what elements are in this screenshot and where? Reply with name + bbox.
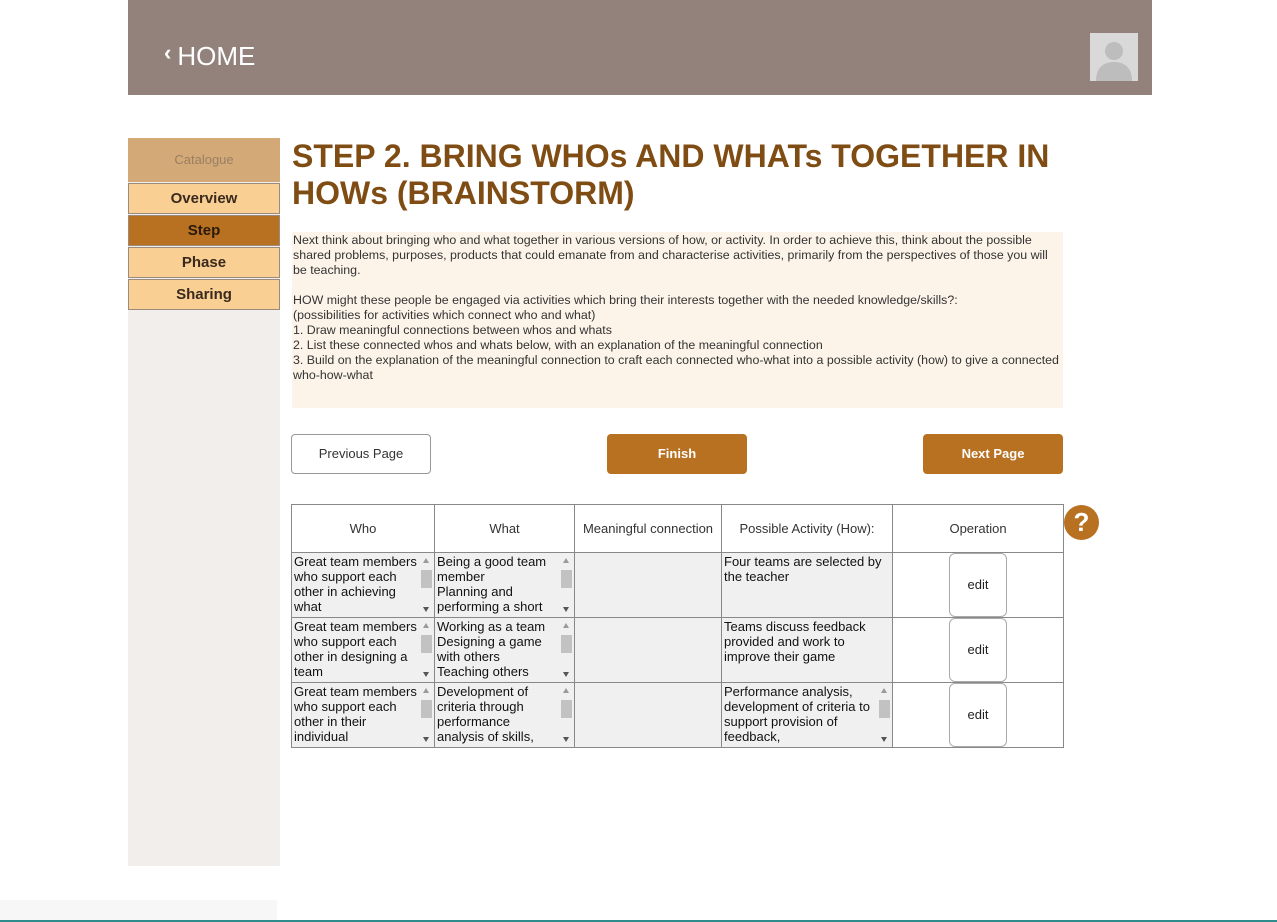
description-line: HOW might these people be engaged via ac… xyxy=(293,293,958,307)
connection-textarea[interactable] xyxy=(575,683,721,747)
who-cell[interactable]: Great team members who support each othe… xyxy=(291,617,435,683)
edit-button[interactable]: edit xyxy=(949,618,1007,682)
table-row: Great team members who support each othe… xyxy=(291,552,1064,618)
footer-strip xyxy=(0,900,277,920)
home-label: HOME xyxy=(177,41,256,71)
page-title-line2: HOWs (BRAINSTORM) xyxy=(292,175,635,211)
sidebar-item-sharing[interactable]: Sharing xyxy=(128,279,280,310)
sidebar-item-step[interactable]: Step xyxy=(128,215,280,246)
column-header-connection: Meaningful connection xyxy=(574,504,722,553)
who-textarea[interactable]: Great team members who support each othe… xyxy=(292,553,434,617)
edit-button[interactable]: edit xyxy=(949,553,1007,617)
previous-page-button[interactable]: Previous Page xyxy=(291,434,431,474)
what-textarea[interactable]: Being a good team member Planning and pe… xyxy=(435,553,574,617)
activity-cell[interactable]: Performance analysis, development of cri… xyxy=(721,682,893,748)
who-textarea[interactable]: Great team members who support each othe… xyxy=(292,683,434,747)
scrollbar[interactable] xyxy=(560,555,572,615)
finish-button[interactable]: Finish xyxy=(607,434,747,474)
activity-textarea[interactable]: Teams discuss feedback provided and work… xyxy=(722,618,892,682)
description-line: 3. Build on the explanation of the meani… xyxy=(293,353,1059,382)
description-line: (possibilities for activities which conn… xyxy=(293,308,596,322)
who-textarea[interactable]: Great team members who support each othe… xyxy=(292,618,434,682)
table-row: Great team members who support each othe… xyxy=(291,682,1064,748)
description-line: 1. Draw meaningful connections between w… xyxy=(293,323,612,337)
scrollbar[interactable] xyxy=(420,685,432,745)
who-cell[interactable]: Great team members who support each othe… xyxy=(291,552,435,618)
column-header-who: Who xyxy=(291,504,435,553)
chevron-left-icon: ‹ xyxy=(164,40,172,65)
connection-cell[interactable] xyxy=(574,682,722,748)
sidebar-item-phase[interactable]: Phase xyxy=(128,247,280,278)
operation-cell: edit xyxy=(892,682,1064,748)
table-row: Great team members who support each othe… xyxy=(291,617,1064,683)
table-header-row: Who What Meaningful connection Possible … xyxy=(291,504,1064,553)
user-avatar-icon[interactable] xyxy=(1090,33,1138,81)
what-cell[interactable]: Being a good team member Planning and pe… xyxy=(434,552,575,618)
who-cell[interactable]: Great team members who support each othe… xyxy=(291,682,435,748)
scrollbar[interactable] xyxy=(420,555,432,615)
what-cell[interactable]: Development of criteria through performa… xyxy=(434,682,575,748)
home-link[interactable]: ‹ HOME xyxy=(164,40,255,72)
page-title: STEP 2. BRING WHOs AND WHATs TOGETHER IN… xyxy=(292,138,1092,212)
scrollbar[interactable] xyxy=(420,620,432,680)
operation-cell: edit xyxy=(892,552,1064,618)
activity-textarea[interactable]: Four teams are selected by the teacher xyxy=(722,553,892,617)
sidebar-catalogue-heading: Catalogue xyxy=(128,138,280,182)
what-textarea[interactable]: Working as a team Designing a game with … xyxy=(435,618,574,682)
operation-cell: edit xyxy=(892,617,1064,683)
description-paragraph-1: Next think about bringing who and what t… xyxy=(293,233,1048,277)
activity-cell[interactable]: Teams discuss feedback provided and work… xyxy=(721,617,893,683)
sidebar: Catalogue Overview Step Phase Sharing xyxy=(128,138,280,866)
top-header: ‹ HOME xyxy=(128,0,1152,95)
next-page-button[interactable]: Next Page xyxy=(923,434,1063,474)
connection-cell[interactable] xyxy=(574,617,722,683)
column-header-operation: Operation xyxy=(892,504,1064,553)
what-cell[interactable]: Working as a team Designing a game with … xyxy=(434,617,575,683)
activity-cell[interactable]: Four teams are selected by the teacher xyxy=(721,552,893,618)
connection-cell[interactable] xyxy=(574,552,722,618)
column-header-what: What xyxy=(434,504,575,553)
description-line: 2. List these connected whos and whats b… xyxy=(293,338,823,352)
connection-textarea[interactable] xyxy=(575,618,721,682)
scrollbar[interactable] xyxy=(560,685,572,745)
sidebar-item-overview[interactable]: Overview xyxy=(128,183,280,214)
brainstorm-table: Who What Meaningful connection Possible … xyxy=(291,504,1064,748)
column-header-activity: Possible Activity (How): xyxy=(721,504,893,553)
question-circle-icon[interactable]: ? xyxy=(1064,505,1099,540)
step-description: Next think about bringing who and what t… xyxy=(292,232,1063,408)
page-title-line1: STEP 2. BRING WHOs AND WHATs TOGETHER IN xyxy=(292,138,1050,174)
connection-textarea[interactable] xyxy=(575,553,721,617)
what-textarea[interactable]: Development of criteria through performa… xyxy=(435,683,574,747)
activity-textarea[interactable]: Performance analysis, development of cri… xyxy=(722,683,892,747)
edit-button[interactable]: edit xyxy=(949,683,1007,747)
scrollbar[interactable] xyxy=(560,620,572,680)
scrollbar[interactable] xyxy=(878,685,890,745)
